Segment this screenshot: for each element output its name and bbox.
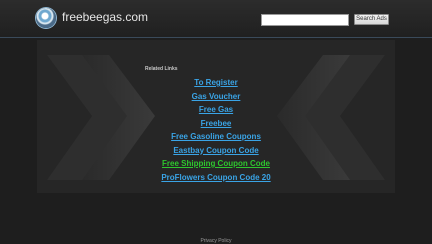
related-links-title: Related Links (145, 66, 178, 72)
top-bar: freebeegas.com Search Ads (0, 0, 432, 38)
list-item: Eastbay Coupon Code (110, 142, 322, 156)
list-item: Gas Voucher (110, 88, 322, 102)
related-link[interactable]: Free Gas (199, 105, 233, 114)
site-name[interactable]: freebeegas.com (62, 10, 148, 24)
related-link[interactable]: ProFlowers Coupon Code 20 (161, 173, 270, 182)
footer: Privacy Policy (0, 238, 432, 244)
list-item: Free Shipping Coupon Code (110, 155, 322, 169)
search-ads-button[interactable]: Search Ads (354, 14, 389, 25)
related-link[interactable]: Gas Voucher (192, 92, 241, 101)
search-input[interactable] (261, 14, 349, 26)
related-links-list: To Register Gas Voucher Free Gas Freebee… (110, 74, 322, 182)
list-item: Free Gasoline Coupons (110, 128, 322, 142)
privacy-policy-link[interactable]: Privacy Policy (200, 238, 231, 244)
related-link[interactable]: To Register (194, 78, 237, 87)
related-link[interactable]: Freebee (201, 119, 232, 128)
list-item: ProFlowers Coupon Code 20 (110, 169, 322, 183)
list-item: To Register (110, 74, 322, 88)
related-link[interactable]: Free Gasoline Coupons (171, 132, 261, 141)
list-item: Free Gas (110, 101, 322, 115)
site-logo-icon[interactable] (36, 8, 56, 28)
list-item: Freebee (110, 115, 322, 129)
related-link[interactable]: Free Shipping Coupon Code (162, 159, 270, 168)
related-link[interactable]: Eastbay Coupon Code (173, 146, 258, 155)
